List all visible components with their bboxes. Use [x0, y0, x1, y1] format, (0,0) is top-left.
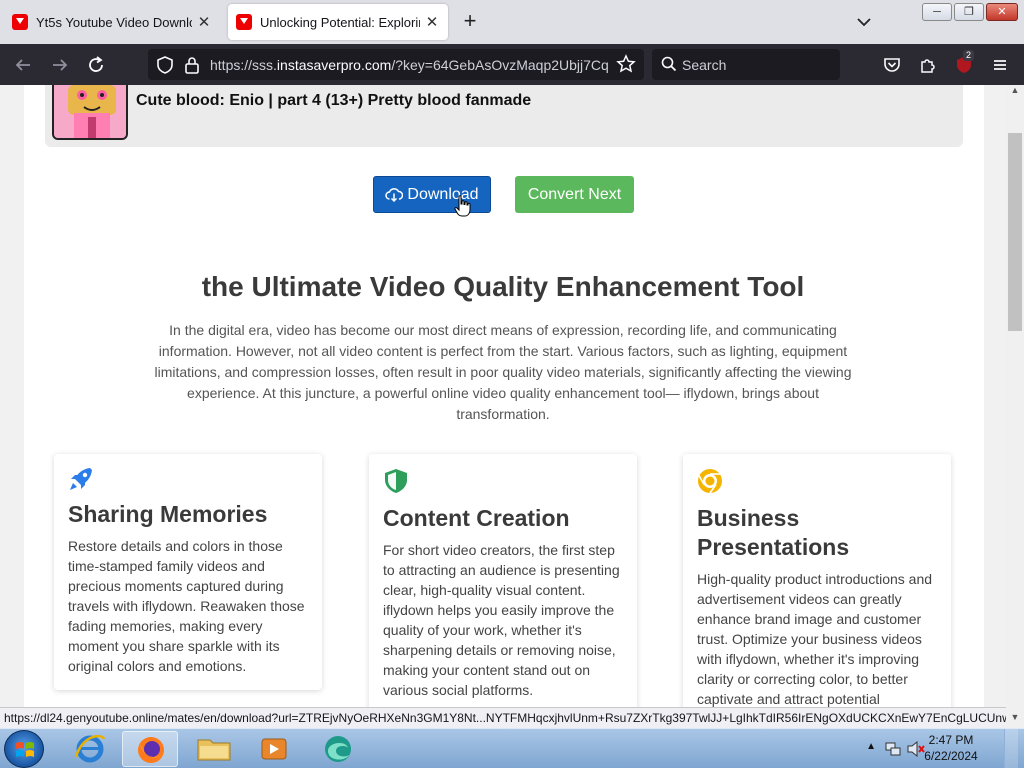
lock-icon[interactable] — [184, 55, 200, 80]
minimize-button[interactable]: ─ — [922, 3, 952, 21]
extensions-puzzle-icon[interactable] — [917, 54, 939, 76]
clock-time: 2:47 PM — [928, 733, 974, 747]
window-controls: ─ ❐ ✕ — [922, 3, 1018, 21]
url-path: /?key=64GebAsOvzMaqp2Ubjj7Cq — [391, 57, 608, 73]
chrome-icon — [697, 468, 723, 494]
reload-icon[interactable] — [85, 54, 107, 76]
page-headline: the Ultimate Video Quality Enhancement T… — [201, 271, 805, 302]
intro-paragraph: In the digital era, video has become our… — [154, 322, 852, 422]
cloud-download-icon — [385, 187, 404, 202]
show-desktop-button[interactable] — [1004, 729, 1018, 768]
ublock-extension-icon[interactable]: 2 — [953, 50, 975, 76]
start-button[interactable] — [4, 730, 44, 768]
tab-close-icon[interactable]: ✕ — [424, 13, 440, 31]
feature-card-business-presentations: Business Presentations High-quality prod… — [683, 454, 951, 707]
feature-card-content-creation: Content Creation For short video creator… — [369, 454, 637, 707]
tab-title: Unlocking Potential: Exploring — [260, 14, 420, 30]
media-player-icon[interactable] — [246, 731, 302, 767]
shield-icon — [383, 468, 409, 494]
download-button[interactable]: Download — [373, 176, 491, 213]
convert-next-button[interactable]: Convert Next — [515, 176, 634, 213]
taskbar: ▲ 2:47 PM 6/22/2024 — [0, 728, 1024, 768]
extension-badge: 2 — [963, 50, 975, 61]
video-thumbnail — [52, 85, 128, 140]
tab-yt5s[interactable]: Yt5s Youtube Video Downloade ✕ — [4, 4, 220, 40]
status-link-url: https://dl24.genyoutube.online/mates/en/… — [0, 707, 1006, 728]
tab-close-icon[interactable]: ✕ — [196, 13, 212, 31]
tab-strip: Yt5s Youtube Video Downloade ✕ Unlocking… — [0, 0, 1024, 44]
list-all-tabs-chevron-down-icon[interactable] — [852, 12, 876, 32]
rocket-icon — [68, 466, 94, 492]
video-title: Cute blood: Enio | part 4 (13+) Pretty b… — [136, 92, 532, 109]
search-icon — [661, 56, 677, 77]
menu-hamburger-icon[interactable] — [989, 54, 1011, 76]
feature-title: Business Presentations — [697, 505, 850, 560]
new-tab-button[interactable]: + — [458, 10, 482, 34]
bookmark-star-icon[interactable] — [616, 54, 636, 79]
file-explorer-folder-icon[interactable] — [186, 731, 242, 767]
internet-explorer-icon[interactable] — [62, 731, 118, 767]
url-text: https://sss.instasaverpro.com/?key=64Geb… — [210, 57, 608, 73]
feature-card-sharing-memories: Sharing Memories Restore details and col… — [54, 454, 322, 690]
feature-text: High-quality product introductions and a… — [697, 571, 933, 707]
convert-next-label: Convert Next — [527, 185, 622, 203]
firefox-icon[interactable] — [122, 731, 178, 767]
show-hidden-icons-arrow-icon[interactable]: ▲ — [866, 741, 876, 752]
edge-browser-icon[interactable] — [310, 731, 366, 767]
pocket-icon[interactable] — [881, 54, 903, 76]
restore-button[interactable]: ❐ — [954, 3, 984, 21]
hand-pointer-cursor-icon — [454, 195, 472, 222]
youtube-favicon-icon — [12, 14, 28, 30]
tracking-protection-shield-icon[interactable] — [156, 55, 174, 80]
youtube-favicon-icon — [236, 14, 252, 30]
feature-title: Content Creation — [383, 505, 570, 531]
web-page: Cute blood: Enio | part 4 (13+) Pretty b… — [0, 85, 1006, 707]
feature-text: For short video creators, the first step… — [383, 542, 620, 698]
tab-unlocking-potential[interactable]: Unlocking Potential: Exploring ✕ — [228, 4, 448, 40]
scroll-down-arrow-icon[interactable]: ▼ — [1006, 712, 1024, 728]
search-placeholder: Search — [682, 57, 727, 73]
navigation-toolbar: https://sss.instasaverpro.com/?key=64Geb… — [0, 44, 1024, 85]
back-arrow-icon[interactable] — [12, 54, 34, 76]
tab-title: Yt5s Youtube Video Downloade — [36, 14, 192, 30]
url-prefix: https://sss. — [210, 57, 277, 73]
feature-text: Restore details and colors in those time… — [68, 538, 305, 674]
scroll-up-arrow-icon[interactable]: ▲ — [1006, 85, 1024, 101]
address-bar[interactable]: https://sss.instasaverpro.com/?key=64Geb… — [148, 49, 644, 80]
scrollbar-thumb[interactable] — [1008, 133, 1022, 331]
forward-arrow-icon[interactable] — [49, 54, 71, 76]
feature-title: Sharing Memories — [68, 501, 268, 527]
network-icon[interactable] — [884, 740, 902, 761]
clock[interactable]: 2:47 PM 6/22/2024 — [916, 732, 986, 764]
close-window-button[interactable]: ✕ — [986, 3, 1018, 21]
url-domain: instasaverpro.com — [276, 57, 392, 73]
vertical-scrollbar[interactable]: ▲ ▼ — [1006, 85, 1024, 728]
clock-date: 6/22/2024 — [924, 749, 978, 763]
desktop: Yt5s Youtube Video Downloade ✕ Unlocking… — [0, 0, 1024, 768]
search-bar[interactable]: Search — [652, 49, 840, 80]
